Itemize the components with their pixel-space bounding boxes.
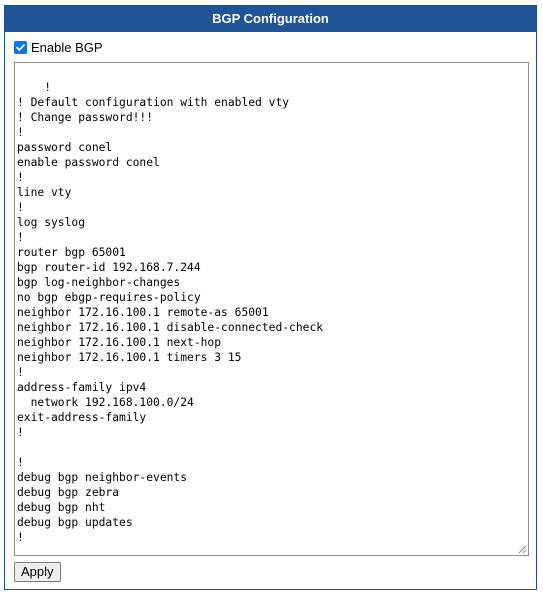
- panel-title: BGP Configuration: [5, 6, 536, 32]
- enable-bgp-label: Enable BGP: [31, 40, 103, 55]
- bgp-config-textarea[interactable]: ! ! Default configuration with enabled v…: [14, 62, 529, 556]
- bgp-configuration-panel: BGP Configuration Enable BGP ! ! Default…: [4, 5, 537, 590]
- bgp-config-text: ! ! Default configuration with enabled v…: [17, 81, 324, 544]
- apply-button[interactable]: Apply: [14, 562, 61, 582]
- enable-bgp-row[interactable]: Enable BGP: [14, 40, 103, 55]
- enable-bgp-checkbox[interactable]: [14, 41, 27, 54]
- resize-grip-icon[interactable]: [517, 544, 527, 554]
- checkmark-icon: [16, 44, 25, 51]
